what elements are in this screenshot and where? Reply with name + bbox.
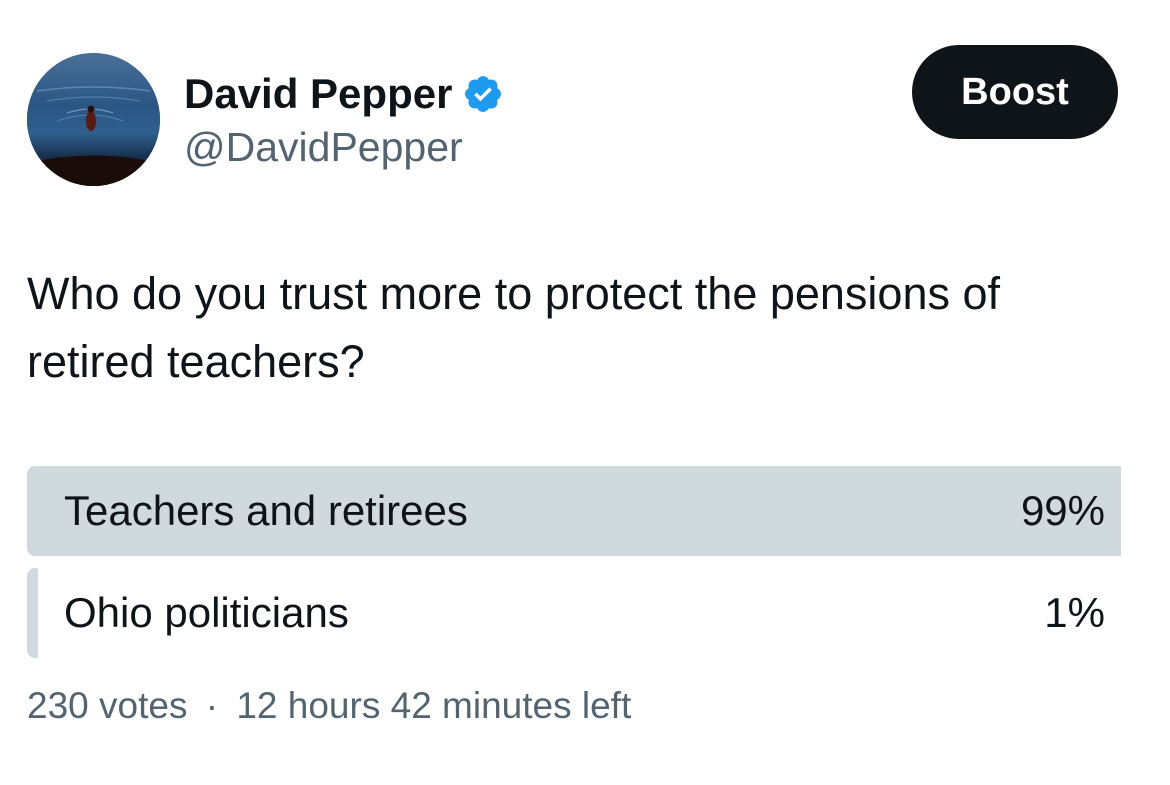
- boost-button[interactable]: Boost: [912, 45, 1118, 139]
- tweet-text: Who do you trust more to protect the pen…: [27, 268, 1001, 387]
- poll-separator: ·: [205, 685, 219, 726]
- tweet-card: David Pepper @DavidPepper Boost Who do y…: [0, 0, 1170, 785]
- poll-option-percent: 99%: [1020, 487, 1105, 534]
- poll-votes: 230 votes: [27, 685, 188, 726]
- author-name[interactable]: David Pepper: [184, 68, 504, 120]
- poll-meta: 230 votes · 12 hours 42 minutes left: [27, 682, 631, 730]
- poll-option-politicians[interactable]: Ohio politicians 1%: [27, 568, 1132, 658]
- avatar-image: [27, 53, 160, 186]
- verified-badge-icon[interactable]: [462, 73, 504, 115]
- poll-option-teachers[interactable]: Teachers and retirees 99%: [27, 466, 1132, 556]
- avatar[interactable]: [27, 53, 160, 186]
- poll-option-label: Ohio politicians: [64, 589, 349, 636]
- author-handle[interactable]: @DavidPepper: [184, 122, 463, 172]
- poll-result-bar: [27, 568, 39, 658]
- poll-option-percent: 1%: [1044, 589, 1105, 636]
- author-name-text[interactable]: David Pepper: [184, 68, 452, 120]
- poll-time-left: 12 hours 42 minutes left: [236, 685, 632, 726]
- poll-option-label: Teachers and retirees: [64, 487, 468, 534]
